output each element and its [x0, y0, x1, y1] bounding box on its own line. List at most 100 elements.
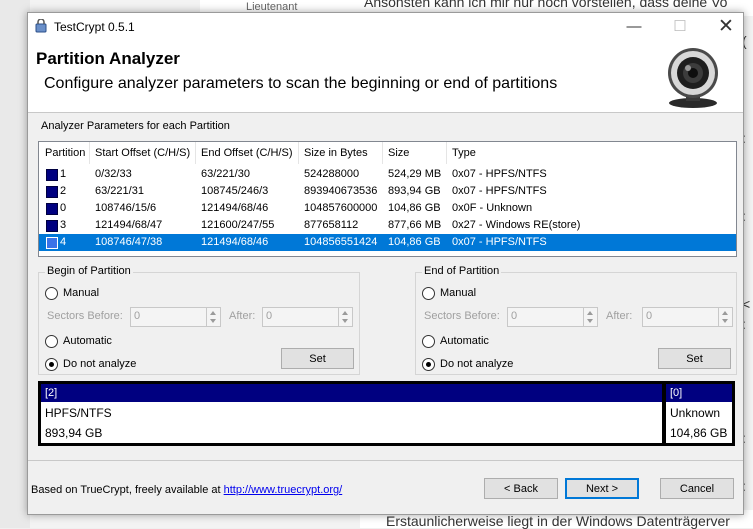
partition-list[interactable]: Partition Start Offset (C/H/S) End Offse… [38, 141, 737, 257]
cell-partition: 4 [60, 236, 67, 248]
cell-size-bytes: 893940673536 [304, 185, 378, 197]
next-button[interactable]: Next > [565, 478, 639, 499]
close-button[interactable]: ✕ [703, 13, 749, 41]
table-row[interactable]: 3 121494/68/47 121600/247/55 877658112 8… [39, 217, 736, 234]
begin-sectors-before-value: 0 [134, 310, 141, 322]
radio-icon[interactable] [45, 358, 58, 371]
partition-map-segment-fs: HPFS/NTFS [45, 406, 112, 420]
end-after-label: After: [606, 310, 633, 322]
page-title: Partition Analyzer [36, 49, 180, 68]
truecrypt-link[interactable]: http://www.truecrypt.org/ [224, 484, 343, 496]
background-text-bottom: Erstaunlicherweise liegt in der Windows … [386, 513, 730, 529]
cell-type: 0x07 - HPFS/NTFS [452, 185, 547, 197]
cell-type: 0x07 - HPFS/NTFS [452, 236, 547, 248]
partition-map-segment-size: 104,86 GB [670, 426, 728, 440]
column-header-partition[interactable]: Partition [45, 147, 85, 159]
radio-icon[interactable] [422, 358, 435, 371]
partition-map-segment-id: [0] [666, 384, 732, 402]
wizard-header: Partition Analyzer Configure analyzer pa… [28, 41, 743, 113]
spin-arrows-icon[interactable] [718, 308, 732, 326]
radio-icon[interactable] [45, 287, 58, 300]
cell-start-offset: 63/221/31 [95, 185, 144, 197]
maximize-button[interactable]: ☐ [657, 13, 703, 41]
partition-map-segment-id: [2] [41, 384, 662, 402]
spin-arrows-icon[interactable] [338, 308, 352, 326]
cell-size: 877,66 MB [388, 219, 442, 231]
cancel-button[interactable]: Cancel [660, 478, 734, 499]
partition-map-segment[interactable]: [0] Unknown 104,86 GB [666, 384, 732, 443]
cell-partition: 1 [60, 168, 67, 180]
partition-color-icon [46, 169, 58, 181]
cell-end-offset: 108745/246/3 [201, 185, 269, 197]
minimize-button[interactable]: — [611, 13, 657, 41]
radio-icon[interactable] [45, 335, 58, 348]
column-header-end-offset[interactable]: End Offset (C/H/S) [201, 147, 293, 159]
cell-size-bytes: 104856551424 [304, 236, 378, 248]
cell-start-offset: 108746/15/6 [95, 202, 157, 214]
cell-end-offset: 121494/68/46 [201, 202, 269, 214]
cell-type: 0x27 - Windows RE(store) [452, 219, 581, 231]
end-do-not-analyze-label: Do not analyze [440, 358, 514, 370]
end-after-value: 0 [646, 310, 653, 322]
title-bar[interactable]: TestCrypt 0.5.1 — ☐ ✕ [28, 13, 743, 41]
app-icon [35, 19, 47, 33]
cell-start-offset: 0/32/33 [95, 168, 132, 180]
cell-end-offset: 121600/247/55 [201, 219, 275, 231]
testcrypt-window: TestCrypt 0.5.1 — ☐ ✕ Partition Analyzer… [27, 12, 744, 515]
end-sectors-before-input[interactable]: 0 [507, 307, 598, 327]
end-sectors-before-label: Sectors Before: [424, 310, 500, 322]
cell-size-bytes: 877658112 [304, 219, 359, 231]
cell-type: 0x07 - HPFS/NTFS [452, 168, 547, 180]
cell-size: 104,86 GB [388, 202, 441, 214]
partition-map-segment[interactable]: [2] HPFS/NTFS 893,94 GB [41, 384, 662, 443]
begin-sectors-before-label: Sectors Before: [47, 310, 123, 322]
end-manual-label: Manual [440, 287, 477, 299]
cell-size: 893,94 GB [388, 185, 441, 197]
begin-after-input[interactable]: 0 [262, 307, 353, 327]
cell-partition: 3 [60, 219, 67, 231]
partition-map: [2] HPFS/NTFS 893,94 GB [0] Unknown 104,… [38, 381, 735, 446]
end-set-button[interactable]: Set [658, 348, 731, 369]
cell-size: 104,86 GB [388, 236, 441, 248]
partition-list-header: Partition Start Offset (C/H/S) End Offse… [39, 142, 736, 164]
cell-type: 0x0F - Unknown [452, 202, 533, 214]
partition-map-segment-size: 893,94 GB [45, 426, 103, 440]
partition-color-icon [46, 203, 58, 215]
column-header-start-offset[interactable]: Start Offset (C/H/S) [95, 147, 190, 159]
cell-size: 524,29 MB [388, 168, 442, 180]
radio-icon[interactable] [422, 335, 435, 348]
cell-start-offset: 121494/68/47 [95, 219, 163, 231]
partition-color-icon [46, 220, 58, 232]
cell-size-bytes: 524288000 [304, 168, 360, 180]
spin-arrows-icon[interactable] [206, 308, 220, 326]
radio-icon[interactable] [422, 287, 435, 300]
begin-automatic-label: Automatic [63, 335, 112, 347]
cell-start-offset: 108746/47/38 [95, 236, 163, 248]
table-row[interactable]: 1 0/32/33 63/221/30 524288000 524,29 MB … [39, 166, 736, 183]
cell-partition: 2 [60, 185, 67, 197]
cell-end-offset: 121494/68/46 [201, 236, 269, 248]
end-of-partition-group: End of Partition Manual Sectors Before: … [415, 265, 737, 375]
page-subtitle: Configure analyzer parameters to scan th… [44, 75, 558, 92]
table-row[interactable]: 0 108746/15/6 121494/68/46 104857600000 … [39, 200, 736, 217]
begin-set-button[interactable]: Set [281, 348, 354, 369]
begin-sectors-before-input[interactable]: 0 [130, 307, 221, 327]
begin-after-label: After: [229, 310, 256, 322]
background-text-top: Ansonsten kann ich mir nur noch vorstell… [364, 0, 728, 10]
partition-map-segment-fs: Unknown [670, 406, 721, 420]
background-left-panel [0, 0, 30, 528]
end-after-input[interactable]: 0 [642, 307, 733, 327]
cell-size-bytes: 104857600000 [304, 202, 378, 214]
begin-of-partition-group: Begin of Partition Manual Sectors Before… [38, 265, 360, 375]
begin-after-value: 0 [266, 310, 273, 322]
column-header-size[interactable]: Size [388, 147, 409, 159]
footer-separator [28, 460, 743, 461]
begin-group-label: Begin of Partition [45, 265, 133, 277]
column-header-type[interactable]: Type [452, 147, 476, 159]
table-row-selected[interactable]: 4 108746/47/38 121494/68/46 104856551424… [39, 234, 736, 251]
spin-arrows-icon[interactable] [583, 308, 597, 326]
table-row[interactable]: 2 63/221/31 108745/246/3 893940673536 89… [39, 183, 736, 200]
back-button[interactable]: < Back [484, 478, 558, 499]
column-header-size-bytes[interactable]: Size in Bytes [304, 147, 368, 159]
partition-color-icon [46, 186, 58, 198]
